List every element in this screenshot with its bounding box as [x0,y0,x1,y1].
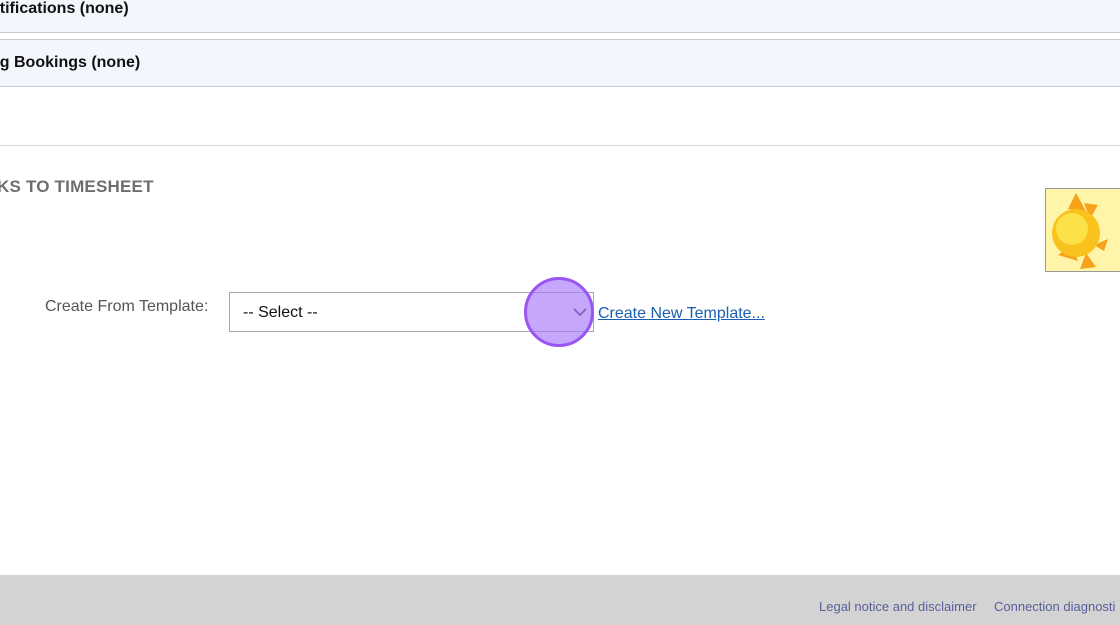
legal-notice-link[interactable]: Legal notice and disclaimer [819,599,977,614]
template-select-value: -- Select -- [243,304,318,321]
sun-icon [1045,188,1120,272]
section-divider [0,145,1120,146]
create-from-template-label: Create From Template: [45,298,209,315]
bookings-panel-label: ng Bookings (none) [0,54,141,71]
notifications-panel-label: otifications (none) [0,0,129,17]
click-indicator [524,277,594,347]
footer: Legal notice and disclaimer Connection d… [0,575,1120,625]
bookings-panel[interactable]: ng Bookings (none) [0,39,1120,87]
section-title: KS TO TIMESHEET [0,177,154,196]
connection-diagnostics-link[interactable]: Connection diagnosti [994,599,1115,614]
notifications-panel[interactable]: otifications (none) [0,0,1120,33]
create-new-template-link[interactable]: Create New Template... [598,305,765,323]
sun-icon-graphic [1046,189,1120,271]
